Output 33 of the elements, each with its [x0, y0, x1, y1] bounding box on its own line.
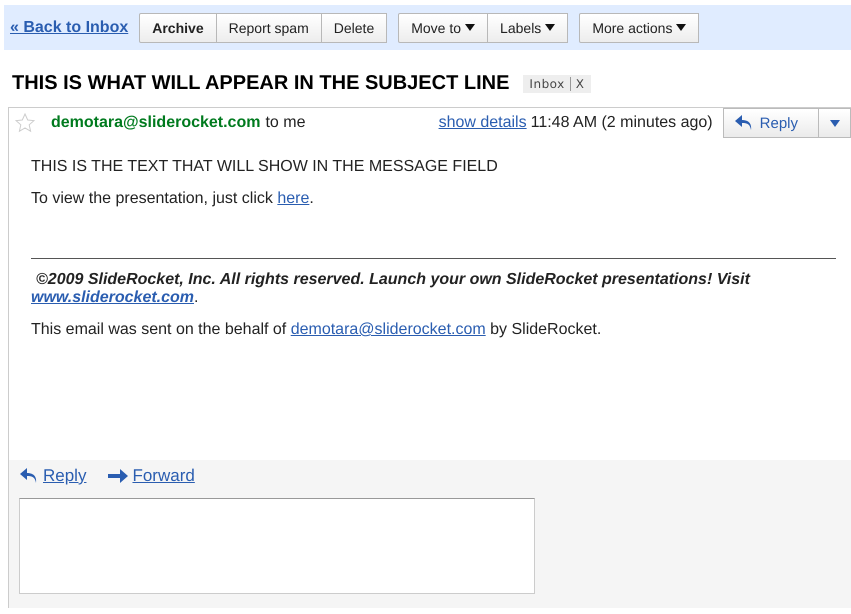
- reply-input-field[interactable]: [19, 498, 535, 594]
- copyright-text: ©2009 SlideRocket, Inc. All rights reserved. Launch your own SlideRocket presentations! Visit www.sliderocket.com.: [31, 271, 752, 307]
- toolbar-button[interactable]: Report spam: [216, 12, 322, 42]
- recipient-text: to me: [265, 114, 306, 132]
- star-icon[interactable]: [15, 113, 35, 133]
- show-details-link[interactable]: show details: [438, 114, 527, 132]
- reply-button[interactable]: Reply: [722, 108, 819, 138]
- subject-heading: THIS IS WHAT WILL APPEAR IN THE SUBJECT LINE: [12, 72, 510, 95]
- label-tag[interactable]: Inbox X: [523, 74, 590, 92]
- caret-icon: [545, 24, 556, 31]
- view-presentation-text: To view the presentation, just click here.: [31, 190, 315, 208]
- toolbar-button[interactable]: Delete: [320, 12, 388, 42]
- caret-icon: [465, 24, 476, 31]
- menu-button[interactable]: More actions: [579, 12, 700, 42]
- reply-arrow-icon: [19, 467, 39, 485]
- reply-link[interactable]: Reply: [19, 466, 86, 486]
- caret-icon: [830, 120, 840, 126]
- menu-button[interactable]: Labels: [487, 12, 568, 42]
- back-to-inbox-link[interactable]: « Back to Inbox: [10, 18, 128, 36]
- toolbar-button[interactable]: Archive: [139, 12, 217, 42]
- forward-arrow-icon: [108, 468, 128, 484]
- message-text: THIS IS THE TEXT THAT WILL SHOW IN THE MESSAGE FIELD: [31, 158, 499, 176]
- website-link[interactable]: www.sliderocket.com: [31, 289, 194, 306]
- forward-link[interactable]: Forward: [108, 466, 195, 486]
- sent-on-behalf-text: This email was sent on the behalf of demotara@sliderocket.com by SlideRocket.: [31, 321, 602, 339]
- message-time: 11:48 AM (2 minutes ago): [530, 114, 713, 132]
- here-link[interactable]: here: [277, 190, 310, 207]
- reply-arrow-icon: [734, 114, 754, 132]
- more-options-button[interactable]: [819, 108, 851, 138]
- caret-icon: [676, 24, 686, 31]
- sender-email-link[interactable]: demotara@sliderocket.com: [290, 321, 486, 338]
- sender-email: demotara@sliderocket.com: [51, 114, 260, 132]
- menu-button[interactable]: Move to: [398, 12, 488, 42]
